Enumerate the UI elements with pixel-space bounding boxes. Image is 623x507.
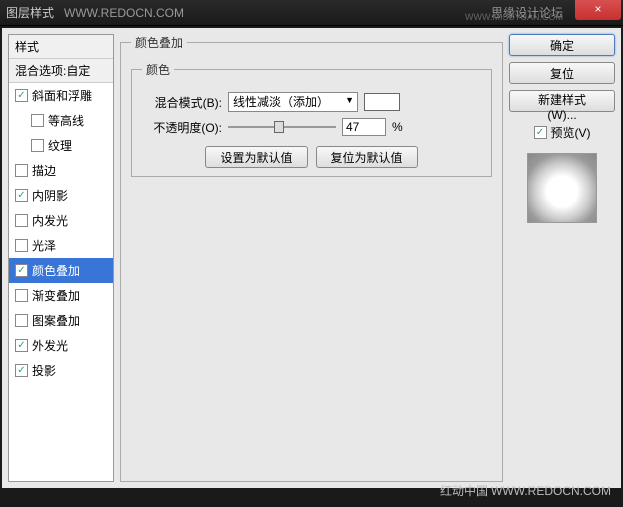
style-item-label: 纹理 [48,137,72,154]
style-item-label: 内发光 [32,212,68,229]
style-checkbox[interactable] [15,289,28,302]
style-item-label: 颜色叠加 [32,262,80,279]
style-item[interactable]: 颜色叠加 [9,258,113,283]
reset-default-button[interactable]: 复位为默认值 [316,146,418,168]
watermark-left: WWW.REDOCN.COM [64,6,184,20]
color-legend: 颜色 [142,61,174,78]
style-item-label: 斜面和浮雕 [32,87,92,104]
blend-mode-select-wrap: 线性减淡（添加） [228,92,358,112]
style-item-label: 外发光 [32,337,68,354]
style-item-label: 光泽 [32,237,56,254]
ok-button[interactable]: 确定 [509,34,615,56]
style-item-label: 描边 [32,162,56,179]
default-buttons-row: 设置为默认值 复位为默认值 [142,146,481,168]
dialog-content: 样式 混合选项:自定 斜面和浮雕等高线纹理描边内阴影内发光光泽颜色叠加渐变叠加图… [2,28,621,488]
styles-column: 样式 混合选项:自定 斜面和浮雕等高线纹理描边内阴影内发光光泽颜色叠加渐变叠加图… [8,34,114,482]
style-item-label: 等高线 [48,112,84,129]
style-item[interactable]: 外发光 [9,333,113,358]
preview-checkbox-row[interactable]: 预览(V) [509,124,615,141]
right-column: 确定 复位 新建样式(W)... 预览(V) [509,34,615,482]
set-default-button[interactable]: 设置为默认值 [205,146,307,168]
cancel-button[interactable]: 复位 [509,62,615,84]
blend-mode-label: 混合模式(B): [142,94,222,111]
styles-list: 斜面和浮雕等高线纹理描边内阴影内发光光泽颜色叠加渐变叠加图案叠加外发光投影 [9,83,113,383]
style-item-label: 渐变叠加 [32,287,80,304]
preview-checkbox[interactable] [534,126,547,139]
opacity-label: 不透明度(O): [142,119,222,136]
style-checkbox[interactable] [15,314,28,327]
style-checkbox[interactable] [15,164,28,177]
opacity-suffix: % [392,120,403,134]
close-icon: × [594,2,601,16]
style-checkbox[interactable] [15,239,28,252]
blend-mode-row: 混合模式(B): 线性减淡（添加） [142,92,481,112]
titlebar[interactable]: 图层样式 WWW.REDOCN.COM 思缘设计论坛 WWW.MISSYUAN.… [0,0,623,26]
style-item[interactable]: 描边 [9,158,113,183]
style-item[interactable]: 光泽 [9,233,113,258]
blend-mode-select[interactable]: 线性减淡（添加） [228,92,358,112]
style-checkbox[interactable] [15,339,28,352]
style-item[interactable]: 斜面和浮雕 [9,83,113,108]
slider-thumb[interactable] [274,121,284,133]
style-item-label: 投影 [32,362,56,379]
color-swatch[interactable] [364,93,400,111]
style-item[interactable]: 渐变叠加 [9,283,113,308]
close-button[interactable]: × [575,0,621,20]
preview-label: 预览(V) [551,124,591,141]
style-item-label: 内阴影 [32,187,68,204]
new-style-button[interactable]: 新建样式(W)... [509,90,615,112]
style-checkbox[interactable] [15,364,28,377]
style-item[interactable]: 图案叠加 [9,308,113,333]
style-checkbox[interactable] [31,139,44,152]
style-item[interactable]: 纹理 [9,133,113,158]
style-checkbox[interactable] [31,114,44,127]
style-item-label: 图案叠加 [32,312,80,329]
main-column: 颜色叠加 颜色 混合模式(B): 线性减淡（添加） 不透明度(O): [120,34,503,482]
style-checkbox[interactable] [15,189,28,202]
footer-watermark: 红动中国 WWW.REDOCN.COM [440,482,611,499]
style-item[interactable]: 投影 [9,358,113,383]
styles-header[interactable]: 样式 [9,35,113,59]
color-overlay-legend: 颜色叠加 [131,34,187,51]
layer-style-dialog: 图层样式 WWW.REDOCN.COM 思缘设计论坛 WWW.MISSYUAN.… [0,0,623,507]
color-group: 颜色 混合模式(B): 线性减淡（添加） 不透明度(O): [131,61,492,177]
color-overlay-group: 颜色叠加 颜色 混合模式(B): 线性减淡（添加） 不透明度(O): [120,34,503,482]
opacity-slider[interactable] [228,120,336,134]
style-checkbox[interactable] [15,214,28,227]
watermark-right-sub: WWW.MISSYUAN.COM [465,12,563,22]
blend-options-row[interactable]: 混合选项:自定 [9,59,113,83]
style-item[interactable]: 内发光 [9,208,113,233]
preview-thumbnail [527,153,597,223]
opacity-input[interactable] [342,118,386,136]
style-checkbox[interactable] [15,89,28,102]
window-title: 图层样式 [6,4,54,21]
opacity-row: 不透明度(O): % [142,118,481,136]
style-checkbox[interactable] [15,264,28,277]
style-item[interactable]: 等高线 [9,108,113,133]
style-item[interactable]: 内阴影 [9,183,113,208]
